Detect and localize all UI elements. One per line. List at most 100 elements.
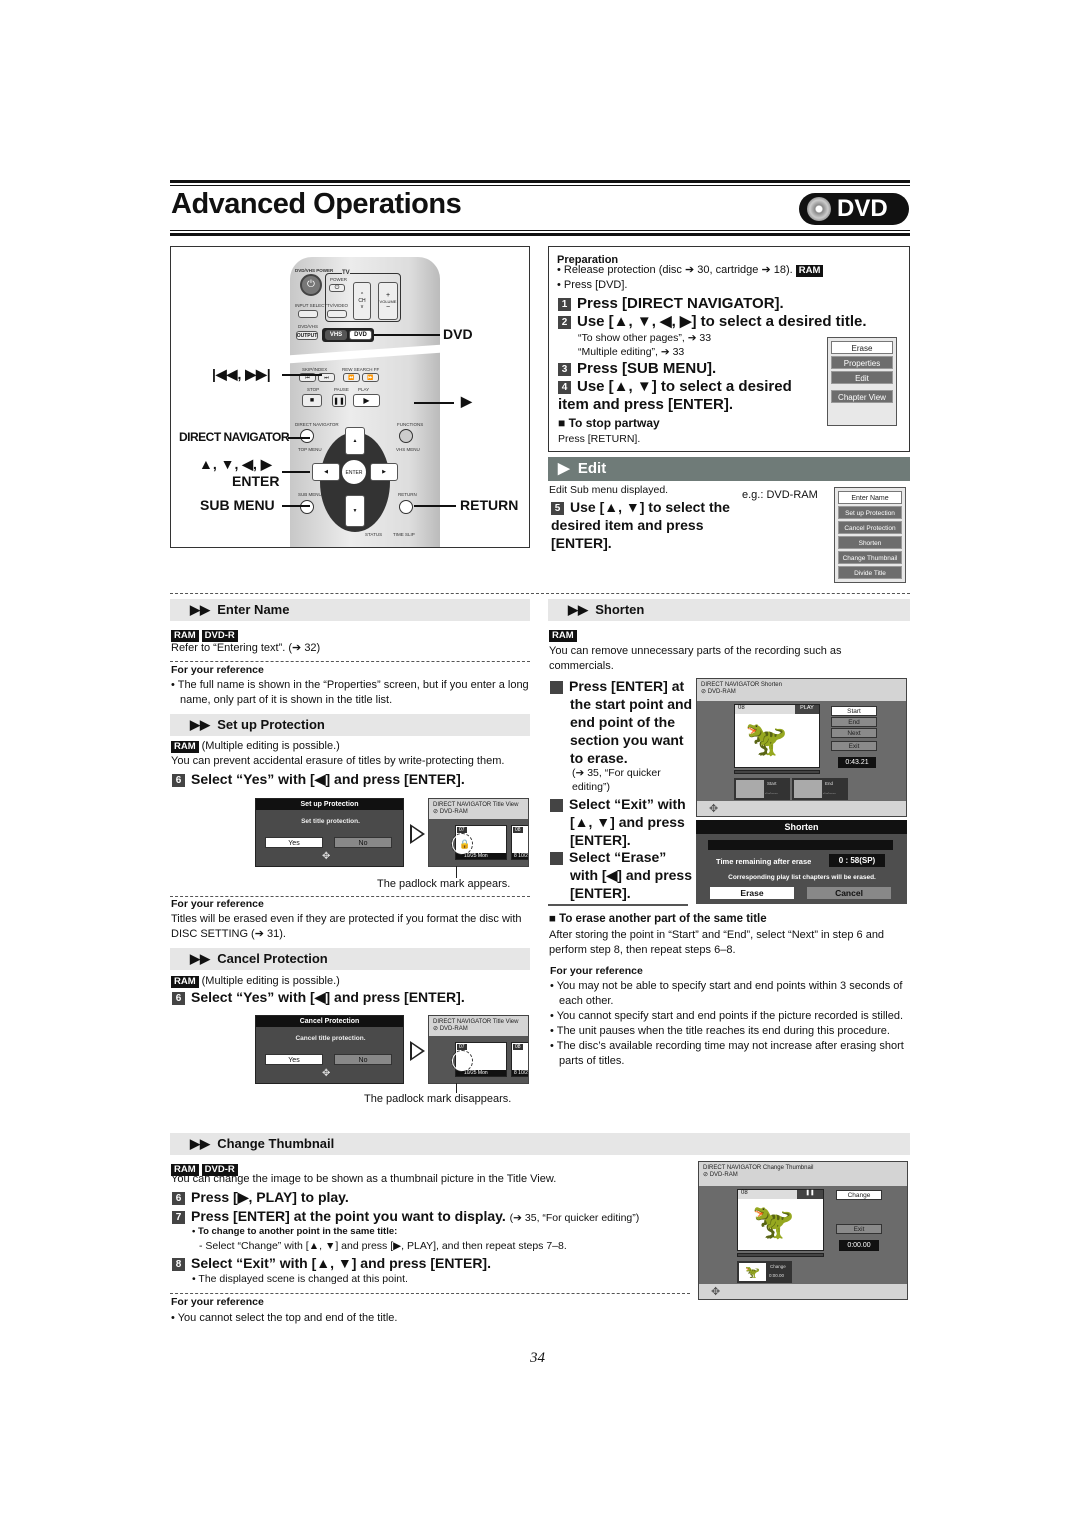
volume-button[interactable]: + VOLUME − [378, 282, 398, 320]
return-leader [414, 505, 456, 507]
setup-protection-ref-title: For your reference [171, 898, 264, 910]
output-button[interactable]: OUTPUT [296, 331, 318, 340]
thumbnail-preview-box: 🦖 Change 0:00.00 [737, 1261, 792, 1283]
input-select-button[interactable] [298, 310, 318, 318]
enter-name-ref: • The full name is shown in the “Propert… [171, 679, 529, 706]
menu-item-edit[interactable]: Edit [831, 371, 893, 384]
left-button[interactable]: ◀ [312, 463, 340, 481]
edit-menu-divide-title[interactable]: Divide Title [838, 566, 902, 579]
exit-button[interactable]: Exit [831, 741, 877, 751]
enter-name-header: ▶▶ Enter Name [170, 599, 530, 621]
start-point-box: Start -:--:--.-- [734, 778, 790, 800]
tv-power-button[interactable]: ⏻ [329, 284, 345, 292]
channel-button[interactable]: ^ CH v [353, 282, 371, 320]
title-thumbnail[interactable]: 07 10/25 Mon [451, 1042, 507, 1077]
play-status: PLAY [795, 705, 819, 714]
edit-menu-change-thumbnail[interactable]: Change Thumbnail [838, 551, 902, 564]
play-label: PLAY [358, 387, 370, 392]
skip-index-label: SKIP/INDEX [302, 367, 328, 372]
shorten-screen: DIRECT NAVIGATOR Shorten ⊘ DVD-RAM 08 PLA… [696, 678, 907, 817]
right-button[interactable]: ▶ [370, 463, 398, 481]
callout-dvd: DVD [443, 326, 473, 342]
step-2: 2 Use [▲, ▼, ◀, ▶] to select a desired ti… [558, 313, 903, 331]
start-button[interactable]: Start [831, 706, 877, 716]
pause-label: PAUSE [334, 387, 349, 392]
disc-icon [807, 197, 831, 221]
next-button[interactable]: Next [831, 728, 877, 738]
tv-video-button[interactable] [327, 310, 347, 318]
no-button[interactable]: No [334, 1054, 392, 1065]
edit-menu-shorten[interactable]: Shorten [838, 536, 902, 549]
arrow-right-icon [410, 1041, 425, 1061]
edit-example: e.g.: DVD-RAM [742, 489, 818, 501]
output-top-label: DVD/VHS [298, 324, 319, 329]
header-rule-top-thin [170, 185, 910, 186]
time-remaining-value: 0 : 58(SP) [829, 854, 885, 867]
change-button[interactable]: Change [836, 1190, 882, 1200]
edit-menu-enter-name[interactable]: Enter Name [838, 491, 902, 504]
dvd-badge-label: DVD [837, 195, 888, 222]
callout-return: RETURN [460, 497, 519, 513]
dialog-bar [708, 840, 893, 850]
dialog-title: Cancel Protection [256, 1016, 403, 1027]
shorten-ref-list: • You may not be able to specify start a… [550, 979, 910, 1069]
exit-button[interactable]: Exit [836, 1224, 882, 1234]
title-thumbnail[interactable]: 08 8 10/2 [511, 1042, 528, 1077]
sub-menu-leader [282, 505, 310, 507]
ref-divider [170, 661, 530, 662]
edit-menu-cancel-protection[interactable]: Cancel Protection [838, 521, 902, 534]
edit-section-header: ▶ Edit [548, 457, 910, 481]
preview-window: 08 PLAY 🦖 [734, 704, 820, 768]
no-button[interactable]: No [334, 837, 392, 848]
shorten-rule [548, 904, 688, 906]
setup-protection-note: RAM (Multiple editing is possible.) [171, 739, 340, 754]
dvd-button[interactable]: DVD [349, 330, 372, 340]
setup-protection-header: ▶▶ Set up Protection [170, 714, 530, 736]
edit-menu-set-up-protection[interactable]: Set up Protection [838, 506, 902, 519]
shorten-badges: RAM [549, 625, 580, 643]
pause-button[interactable]: ❚❚ [332, 394, 346, 407]
dinosaur-image: 🦖 [745, 720, 788, 758]
step-2-note: “Multiple editing”, ➔ 33 [578, 346, 685, 358]
title-thumbnail[interactable]: 07 10/25 Mon 🔒 [451, 825, 507, 860]
menu-item-properties[interactable]: Properties [831, 356, 893, 369]
down-button[interactable]: ▼ [345, 495, 365, 527]
direct-navigator-button[interactable] [300, 429, 314, 443]
yes-button[interactable]: Yes [265, 837, 323, 848]
dialog-warning: Corresponding play list chapters will be… [728, 874, 876, 881]
play-leader [414, 402, 454, 404]
cancel-protection-header: ▶▶ Cancel Protection [170, 948, 530, 970]
title-view-header: DIRECT NAVIGATOR Title View ⊘ DVD-RAM [429, 1016, 528, 1036]
edit-intro: Edit Sub menu displayed. [549, 484, 669, 496]
vhs-button[interactable]: VHS [325, 330, 347, 340]
direct-navigator-leader [288, 437, 310, 439]
skip-leader [282, 374, 322, 376]
yes-button[interactable]: Yes [265, 1054, 323, 1065]
arrow-right-icon [410, 824, 425, 844]
stop-button[interactable]: ■ [302, 394, 322, 407]
fast-forward-button[interactable]: ⏩ [362, 373, 379, 382]
step-3: 3 Press [SUB MENU]. [558, 360, 716, 378]
callout-direct-navigator: DIRECT NAVIGATOR [179, 430, 290, 444]
title-view-header: DIRECT NAVIGATOR Title View ⊘ DVD-RAM [429, 799, 528, 819]
section-divider [170, 593, 910, 594]
shorten-ref-item: • You cannot specify start and end point… [550, 1010, 904, 1022]
up-button[interactable]: ▲ [345, 427, 365, 455]
cancel-protection-dialog: Cancel Protection Cancel title protectio… [255, 1015, 404, 1084]
menu-item-erase[interactable]: Erase [831, 341, 893, 354]
rewind-button[interactable]: ⏪ [343, 373, 360, 382]
cancel-button[interactable]: Cancel [807, 887, 891, 899]
functions-button[interactable] [399, 429, 413, 443]
top-menu-label: TOP MENU [298, 447, 322, 452]
power-button[interactable]: ⏻ [300, 274, 322, 296]
sub-menu-button[interactable] [300, 500, 314, 514]
return-button[interactable] [399, 500, 413, 514]
menu-item-chapter-view[interactable]: Chapter View [831, 390, 893, 403]
title-thumbnail[interactable]: 08 8 10/2 [511, 825, 528, 860]
enter-button[interactable]: ENTER [341, 459, 367, 485]
dpad-icon: ✥ [711, 1286, 721, 1298]
dpad-icon: ✥ [322, 851, 331, 862]
erase-button[interactable]: Erase [710, 887, 794, 899]
play-button[interactable]: ▶ [353, 394, 380, 407]
end-button[interactable]: End [831, 717, 877, 727]
